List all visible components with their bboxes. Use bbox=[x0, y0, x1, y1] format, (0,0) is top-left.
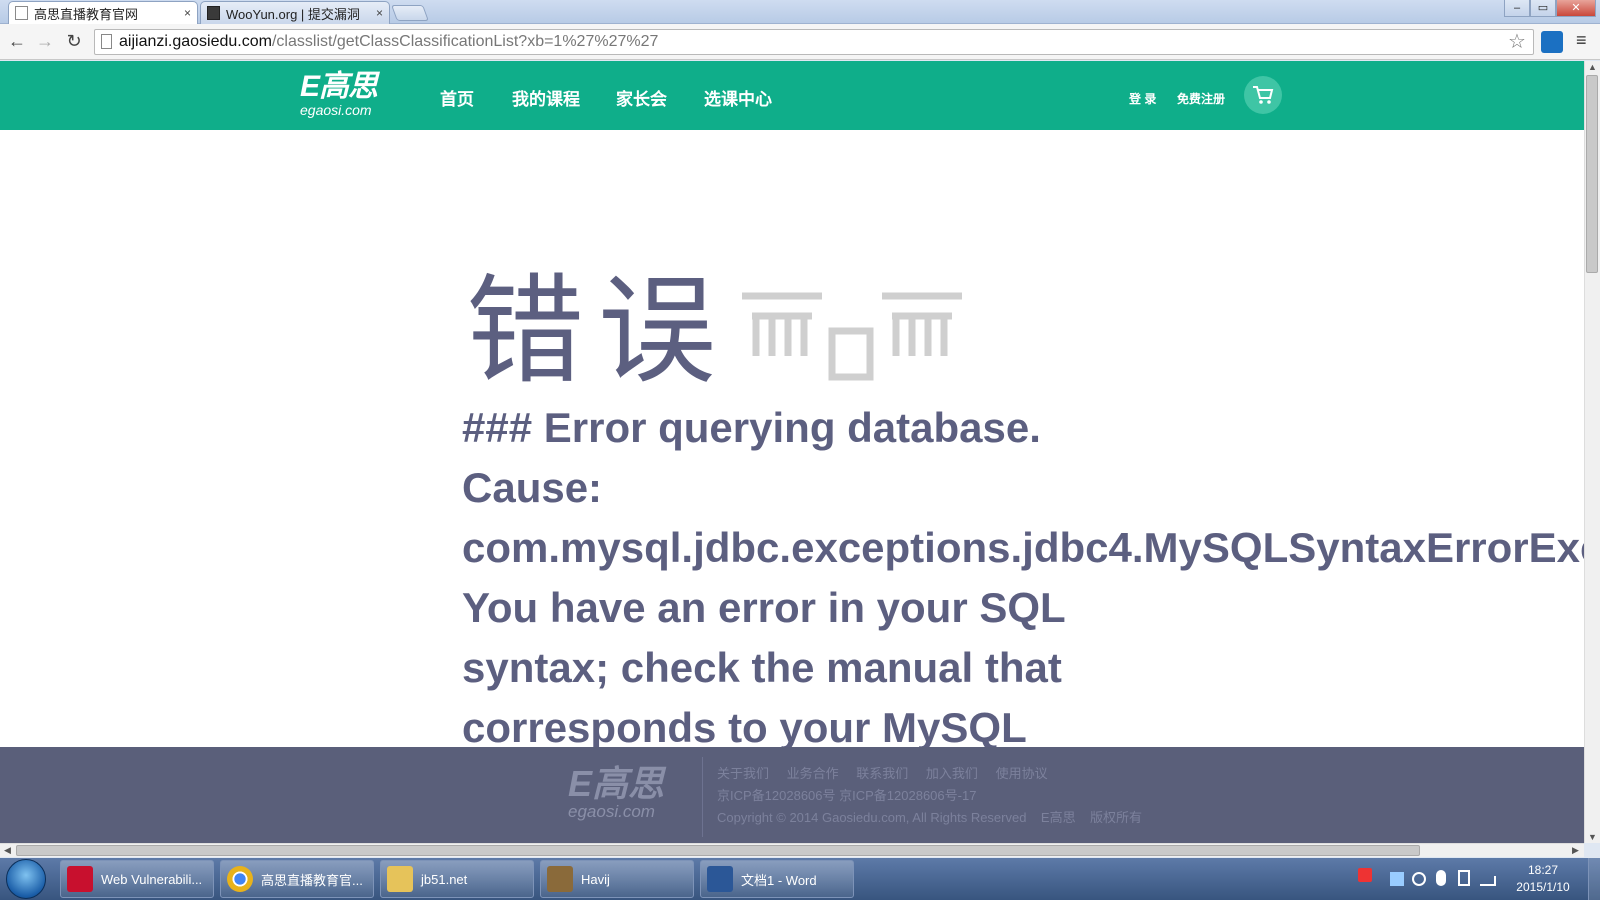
login-link[interactable]: 登 录 bbox=[1129, 90, 1156, 107]
footer-link-contact[interactable]: 联系我们 bbox=[856, 766, 908, 781]
wooyun-favicon-icon bbox=[207, 6, 220, 20]
volume-muted-icon[interactable] bbox=[1412, 872, 1426, 886]
nav-home[interactable]: 首页 bbox=[440, 85, 474, 110]
clock-date: 2015/1/10 bbox=[1516, 880, 1570, 894]
logo-domain: egaosi.com bbox=[300, 102, 372, 118]
back-icon[interactable]: ← bbox=[6, 30, 28, 52]
footer-icp: 京ICP备12028606号 京ICP备12028606号-17 bbox=[717, 788, 977, 803]
register-link[interactable]: 免费注册 bbox=[1177, 90, 1225, 107]
havij-icon bbox=[547, 866, 573, 892]
url-host: aijianzi.gaosiedu.com bbox=[119, 33, 272, 50]
scroll-down-arrow-icon[interactable]: ▼ bbox=[1588, 832, 1597, 842]
show-desktop-button[interactable] bbox=[1588, 858, 1600, 900]
taskbar-item-label: Havij bbox=[581, 871, 610, 887]
error-title: 错误 bbox=[466, 262, 731, 400]
taskbar-item-label: 文档1 - Word bbox=[741, 872, 817, 888]
bookmark-star-icon[interactable]: ☆ bbox=[1508, 29, 1526, 54]
error-message: ### Error querying database. Cause: com.… bbox=[462, 404, 1584, 751]
footer-link-business[interactable]: 业务合作 bbox=[787, 766, 839, 781]
url-path: /classlist/getClassClassificationList?xb… bbox=[271, 33, 659, 50]
minimize-button[interactable]: – bbox=[1504, 0, 1530, 17]
footer-copyright: Copyright © 2014 Gaosiedu.com, All Right… bbox=[717, 810, 1143, 825]
tab-title: 高思直播教育官网 bbox=[34, 6, 139, 22]
chrome-menu-icon[interactable]: ≡ bbox=[1576, 30, 1587, 51]
taskbar-item-wvs[interactable]: Web Vulnerabili... bbox=[60, 860, 214, 898]
acunetix-icon bbox=[67, 866, 93, 892]
clock-time: 18:27 bbox=[1527, 863, 1559, 877]
network-signal-icon[interactable] bbox=[1480, 876, 1496, 886]
taskbar-item-havij[interactable]: Havij bbox=[540, 860, 694, 898]
site-footer: E高思 egaosi.com 关于我们 业务合作 联系我们 加入我们 使用协议 … bbox=[0, 747, 1584, 843]
logo-text: E高思 bbox=[300, 70, 378, 103]
shopping-cart-icon[interactable] bbox=[1244, 76, 1282, 114]
taskbar-item-word[interactable]: 文档1 - Word bbox=[700, 860, 854, 898]
reload-icon[interactable]: ↻ bbox=[63, 30, 85, 52]
close-tab-icon[interactable]: × bbox=[184, 6, 191, 20]
scroll-left-arrow-icon[interactable]: ◀ bbox=[4, 845, 11, 856]
footer-logo: E高思 egaosi.com bbox=[568, 765, 664, 821]
footer-link-jobs[interactable]: 加入我们 bbox=[926, 766, 978, 781]
footer-link-terms[interactable]: 使用协议 bbox=[996, 766, 1048, 781]
footer-logo-text: E高思 bbox=[568, 763, 665, 804]
maximize-button[interactable]: ▭ bbox=[1530, 0, 1556, 17]
word-icon bbox=[707, 866, 733, 892]
taskbar-item-chrome[interactable]: 高思直播教育官... bbox=[220, 860, 374, 898]
page-icon bbox=[101, 34, 112, 49]
sogou-ime-icon[interactable] bbox=[1358, 868, 1372, 882]
taskbar-item-label: jb51.net bbox=[421, 871, 468, 887]
garbled-glyphs-icon bbox=[742, 292, 962, 381]
address-bar[interactable]: aijianzi.gaosiedu.com/classlist/getClass… bbox=[94, 29, 1534, 55]
chrome-icon bbox=[227, 866, 253, 892]
taskbar-item-label: Web Vulnerabili... bbox=[101, 871, 203, 887]
system-clock[interactable]: 18:27 2015/1/10 bbox=[1508, 862, 1578, 896]
site-logo[interactable]: E高思 egaosi.com bbox=[300, 71, 410, 121]
action-center-icon[interactable] bbox=[1390, 872, 1404, 886]
extension-icon[interactable] bbox=[1541, 31, 1563, 53]
new-tab-button[interactable] bbox=[391, 5, 429, 21]
power-icon[interactable] bbox=[1458, 870, 1470, 886]
vertical-scroll-thumb[interactable] bbox=[1586, 75, 1598, 273]
close-tab-icon[interactable]: × bbox=[376, 6, 383, 20]
close-window-button[interactable]: ✕ bbox=[1556, 0, 1596, 17]
start-button[interactable] bbox=[6, 859, 46, 899]
site-header: E高思 egaosi.com 首页 我的课程 家长会 选课中心 登 录 免费注册 bbox=[0, 61, 1584, 130]
tab-wooyun[interactable]: WooYun.org | 提交漏洞 × bbox=[200, 1, 390, 24]
horizontal-scroll-thumb[interactable] bbox=[16, 845, 1420, 856]
taskbar-item-folder[interactable]: jb51.net bbox=[380, 860, 534, 898]
footer-divider bbox=[702, 757, 703, 837]
tab-gaosi[interactable]: 高思直播教育官网 × bbox=[8, 1, 198, 24]
nav-course-center[interactable]: 选课中心 bbox=[704, 85, 772, 110]
scroll-up-arrow-icon[interactable]: ▲ bbox=[1588, 62, 1597, 72]
page-viewport: E高思 egaosi.com 首页 我的课程 家长会 选课中心 登 录 免费注册… bbox=[0, 61, 1584, 843]
nav-my-courses[interactable]: 我的课程 bbox=[512, 85, 580, 110]
footer-link-about[interactable]: 关于我们 bbox=[717, 766, 769, 781]
taskbar-item-label: 高思直播教育官... bbox=[261, 872, 363, 888]
scroll-right-arrow-icon[interactable]: ▶ bbox=[1572, 845, 1579, 856]
forward-icon[interactable]: → bbox=[34, 30, 56, 52]
footer-logo-domain: egaosi.com bbox=[568, 802, 655, 821]
tab-title: WooYun.org | 提交漏洞 bbox=[226, 6, 360, 22]
page-icon bbox=[15, 6, 28, 20]
footer-links: 关于我们 业务合作 联系我们 加入我们 使用协议 bbox=[717, 763, 1062, 782]
folder-icon bbox=[387, 866, 413, 892]
nav-parents[interactable]: 家长会 bbox=[616, 85, 667, 110]
bluetooth-icon[interactable] bbox=[1436, 870, 1446, 886]
